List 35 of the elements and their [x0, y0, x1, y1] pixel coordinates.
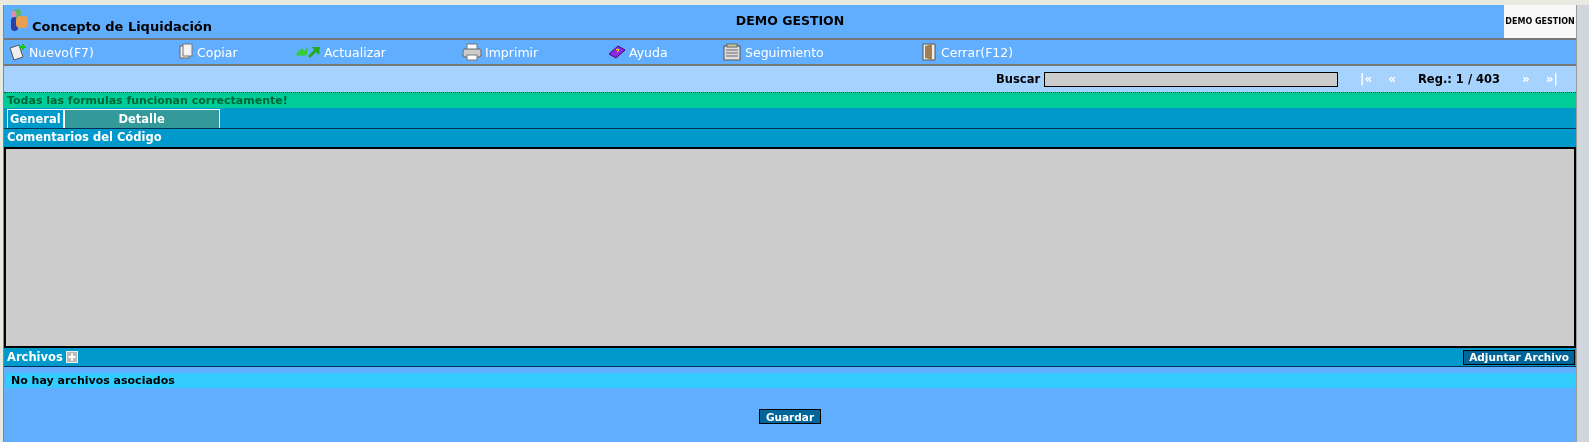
app-logo-icon	[9, 7, 29, 32]
page-title: Concepto de Liquidación	[32, 19, 213, 34]
tab[interactable]: Detalle	[63, 109, 220, 128]
first-record-button[interactable]: |«	[1354, 72, 1379, 86]
toolbar-button[interactable]: Actualizar	[295, 44, 462, 60]
section-title: Archivos	[7, 350, 63, 364]
refresh-arrows-icon	[295, 44, 321, 60]
status-message: Todas las formulas funcionan correctamente!	[4, 92, 1576, 108]
last-record-button[interactable]: »|	[1539, 72, 1564, 86]
company-logo: DEMO GESTION	[1504, 5, 1576, 38]
search-field[interactable]	[1044, 71, 1339, 87]
empty-files-message: No hay archivos asociados	[6, 373, 1576, 388]
save-button[interactable]: Guardar	[758, 409, 822, 424]
search-label: Buscar	[996, 72, 1041, 86]
cabinet-icon	[722, 43, 742, 61]
company-name: DEMO GESTION	[735, 13, 845, 28]
toolbar-button[interactable]: Nuevo(F7)	[8, 43, 178, 61]
comments-textarea[interactable]	[4, 147, 1576, 348]
toolbar-button[interactable]: Cerrar(F12)	[920, 42, 1014, 62]
add-icon[interactable]	[65, 351, 78, 363]
toolbar-button[interactable]: Imprimir	[462, 43, 608, 61]
previous-record-button[interactable]: «	[1382, 72, 1402, 86]
section-title: Comentarios del Código	[7, 130, 162, 144]
attach-file-button[interactable]: Adjuntar Archivo	[1463, 349, 1575, 365]
record-counter: Reg.: 1 / 403	[1417, 72, 1502, 86]
new-document-icon	[8, 43, 26, 61]
help-book-icon	[608, 44, 626, 60]
printer-icon	[462, 43, 482, 61]
toolbar-button[interactable]: Seguimiento	[722, 43, 920, 61]
tab[interactable]: General	[7, 109, 64, 128]
toolbar-button[interactable]: Copiar	[178, 43, 295, 61]
toolbar-button[interactable]: Ayuda	[608, 44, 722, 60]
next-record-button[interactable]: »	[1516, 72, 1536, 86]
door-icon	[920, 42, 938, 62]
copy-icon	[178, 43, 194, 61]
